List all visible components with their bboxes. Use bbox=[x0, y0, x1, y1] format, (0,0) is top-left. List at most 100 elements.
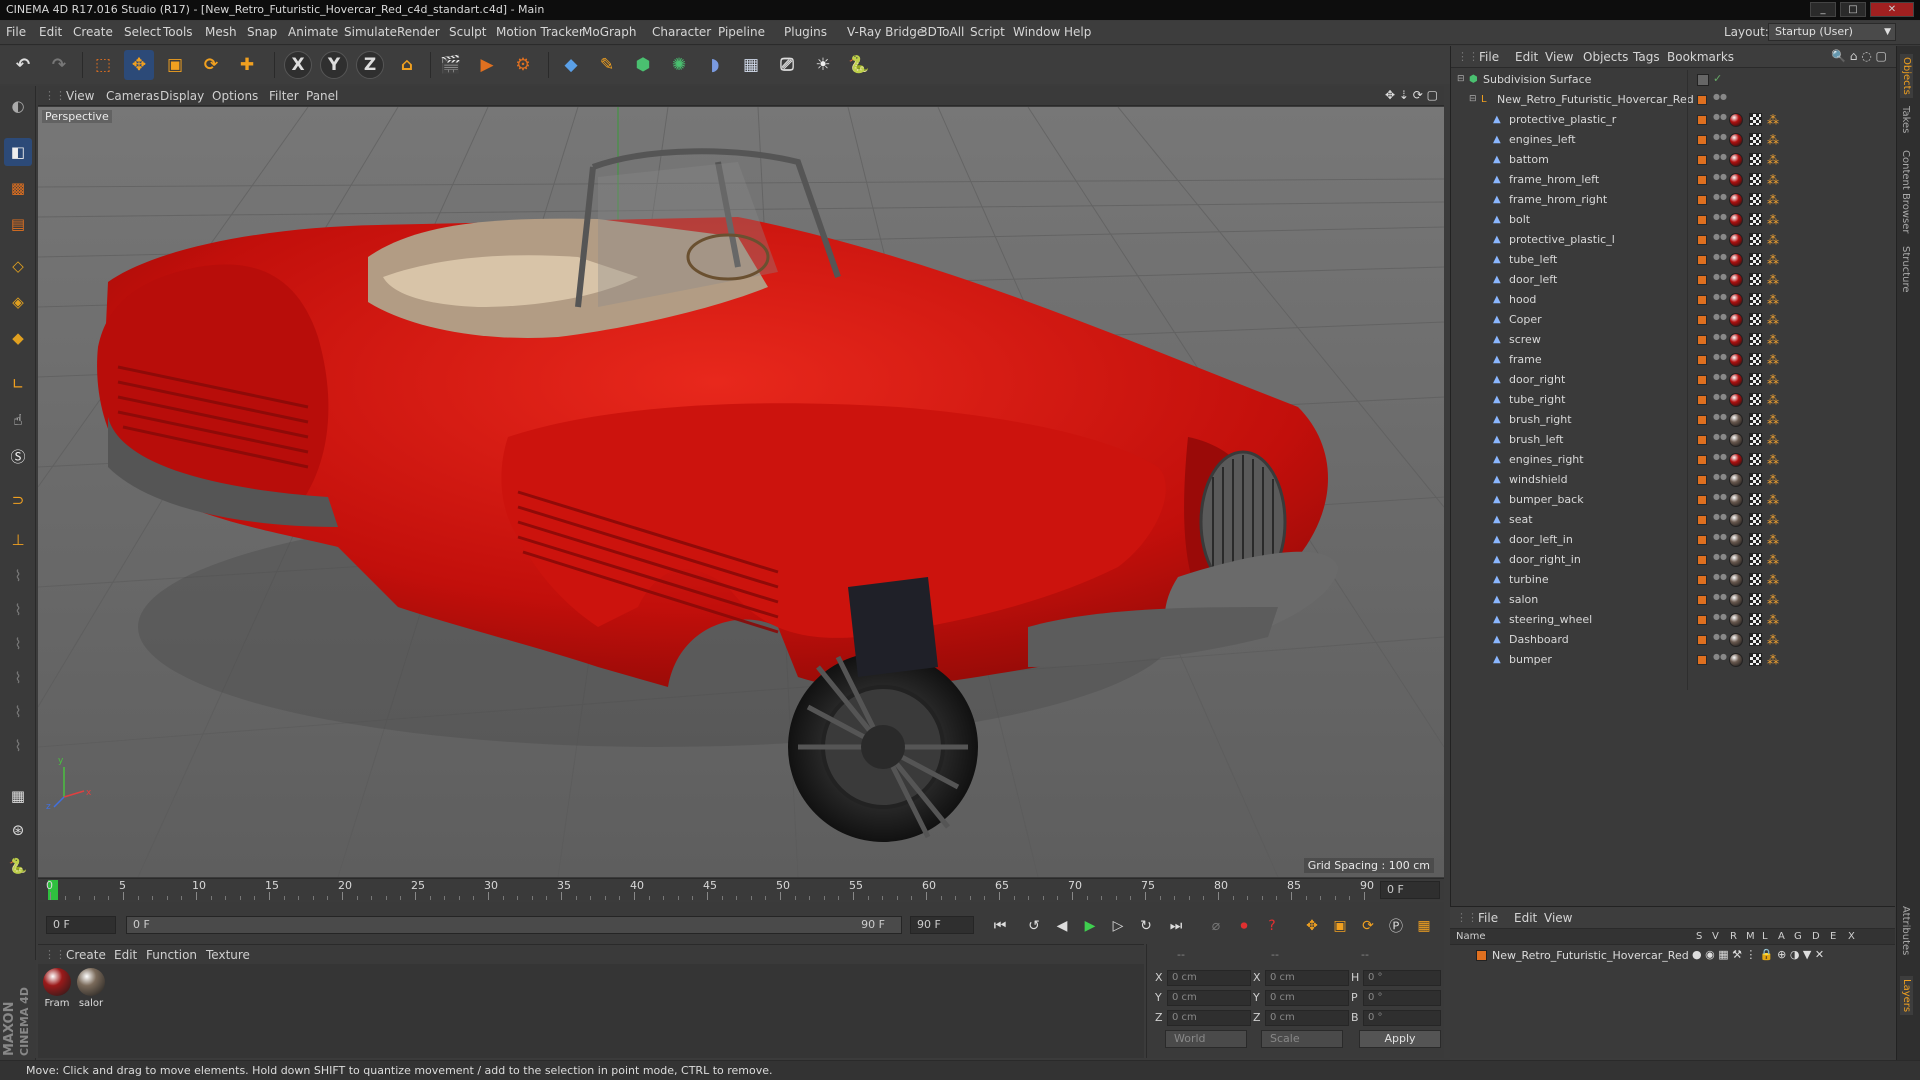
edges-mode-icon[interactable]: ◈ bbox=[4, 288, 32, 316]
layer-column-d[interactable]: D bbox=[1812, 931, 1820, 942]
layer-swatch[interactable] bbox=[1697, 655, 1707, 665]
material-tag-icon[interactable] bbox=[1729, 613, 1743, 627]
object-row[interactable]: ▲ screw ●● ⁂ bbox=[1451, 330, 1896, 350]
next-frame-icon[interactable]: ▷ bbox=[1106, 914, 1130, 938]
snap-mode-icon[interactable]: Ⓢ bbox=[4, 442, 32, 470]
previous-key-icon[interactable]: ↺ bbox=[1022, 914, 1046, 938]
object-row[interactable]: ▲ Dashboard ●● ⁂ bbox=[1451, 630, 1896, 650]
material-tag-icon[interactable] bbox=[1729, 113, 1743, 127]
light-object-icon[interactable]: ☀ bbox=[808, 50, 838, 80]
object-name[interactable]: door_right_in bbox=[1509, 553, 1581, 566]
visibility-dots-icon[interactable]: ●● bbox=[1713, 253, 1727, 266]
phong-tag-icon[interactable]: ⁂ bbox=[1767, 293, 1781, 307]
material-tag-icon[interactable] bbox=[1729, 353, 1743, 367]
render-settings-icon[interactable]: ⚙ bbox=[508, 50, 538, 80]
phong-tag-icon[interactable]: ⁂ bbox=[1767, 533, 1781, 547]
coordinate-space-dropdown[interactable]: World bbox=[1165, 1030, 1247, 1048]
material-tag-icon[interactable] bbox=[1729, 433, 1743, 447]
timeline-ruler[interactable]: 0 F 0 5 10 15 20 25 30 35 40 45 50 55 60 65 70 75 80 85 90 bbox=[38, 878, 1444, 900]
layer-swatch[interactable] bbox=[1697, 515, 1707, 525]
texture-tag-icon[interactable] bbox=[1749, 173, 1762, 186]
subdivision-generator-icon[interactable]: ⬢ bbox=[628, 50, 658, 80]
object-row[interactable]: ▲ engines_right ●● ⁂ bbox=[1451, 450, 1896, 470]
menu-help[interactable]: Help bbox=[1064, 25, 1091, 39]
material-tag-icon[interactable] bbox=[1729, 133, 1743, 147]
object-name[interactable]: bumper bbox=[1509, 653, 1552, 666]
phong-tag-icon[interactable]: ⁂ bbox=[1767, 433, 1781, 447]
phong-tag-icon[interactable]: ⁂ bbox=[1767, 173, 1781, 187]
object-name[interactable]: Coper bbox=[1509, 313, 1542, 326]
object-name[interactable]: frame bbox=[1509, 353, 1542, 366]
layer-swatch[interactable] bbox=[1697, 235, 1707, 245]
magnet-icon[interactable]: ⊃ bbox=[4, 486, 32, 514]
object-row[interactable]: ▲ steering_wheel ●● ⁂ bbox=[1451, 610, 1896, 630]
object-name[interactable]: door_right bbox=[1509, 373, 1565, 386]
previous-frame-icon[interactable]: ◀ bbox=[1050, 914, 1074, 938]
layer-swatch[interactable] bbox=[1697, 355, 1707, 365]
visibility-dots-icon[interactable]: ●● bbox=[1713, 533, 1727, 546]
menu-v-ray-bridge[interactable]: V-Ray Bridge bbox=[847, 25, 924, 39]
phong-tag-icon[interactable]: ⁂ bbox=[1767, 353, 1781, 367]
layer-swatch[interactable] bbox=[1697, 455, 1707, 465]
object-name[interactable]: tube_left bbox=[1509, 253, 1557, 266]
texture-tag-icon[interactable] bbox=[1749, 593, 1762, 606]
menu-create[interactable]: Create bbox=[73, 25, 113, 39]
phong-tag-icon[interactable]: ⁂ bbox=[1767, 393, 1781, 407]
object-name[interactable]: seat bbox=[1509, 513, 1533, 526]
layer-name[interactable]: New_Retro_Futuristic_Hovercar_Red bbox=[1492, 949, 1689, 962]
material-tag-icon[interactable] bbox=[1729, 593, 1743, 607]
layer-column-r[interactable]: R bbox=[1730, 931, 1737, 942]
layer-swatch[interactable] bbox=[1697, 95, 1707, 105]
menu-snap[interactable]: Snap bbox=[247, 25, 277, 39]
brush-tool-5-icon[interactable]: ⌇ bbox=[4, 698, 32, 726]
object-name[interactable]: Subdivision Surface bbox=[1483, 73, 1591, 86]
coord-size-field[interactable]: 0 cm bbox=[1265, 1010, 1349, 1026]
visibility-dots-icon[interactable]: ●● bbox=[1713, 353, 1727, 366]
visibility-dots-icon[interactable]: ●● bbox=[1713, 113, 1727, 126]
object-row[interactable]: ▲ brush_left ●● ⁂ bbox=[1451, 430, 1896, 450]
phong-tag-icon[interactable]: ⁂ bbox=[1767, 213, 1781, 227]
phong-tag-icon[interactable]: ⁂ bbox=[1767, 273, 1781, 287]
brush-tool-3-icon[interactable]: ⌇ bbox=[4, 630, 32, 658]
polygons-mode-icon[interactable]: ◆ bbox=[4, 324, 32, 352]
object-row[interactable]: ▲ frame_hrom_left ●● ⁂ bbox=[1451, 170, 1896, 190]
object-name[interactable]: door_left bbox=[1509, 273, 1557, 286]
layer-swatch[interactable] bbox=[1697, 195, 1707, 205]
phong-tag-icon[interactable]: ⁂ bbox=[1767, 313, 1781, 327]
material-tag-icon[interactable] bbox=[1729, 373, 1743, 387]
transform-tool-icon[interactable]: ✚ bbox=[232, 50, 262, 80]
brush-tool-1-icon[interactable]: ⌇ bbox=[4, 562, 32, 590]
material-tag-icon[interactable] bbox=[1729, 553, 1743, 567]
phong-tag-icon[interactable]: ⁂ bbox=[1767, 473, 1781, 487]
menu-pipeline[interactable]: Pipeline bbox=[718, 25, 765, 39]
material-tag-icon[interactable] bbox=[1729, 233, 1743, 247]
menu-character[interactable]: Character bbox=[652, 25, 711, 39]
texture-tag-icon[interactable] bbox=[1749, 553, 1762, 566]
texture-tag-icon[interactable] bbox=[1749, 253, 1762, 266]
object-name[interactable]: salon bbox=[1509, 593, 1538, 606]
layer-swatch[interactable] bbox=[1697, 475, 1707, 485]
phong-tag-icon[interactable]: ⁂ bbox=[1767, 413, 1781, 427]
visibility-dots-icon[interactable]: ●● bbox=[1713, 613, 1727, 626]
texture-tag-icon[interactable] bbox=[1749, 133, 1762, 146]
object-menu-tags[interactable]: Tags bbox=[1633, 50, 1660, 64]
right-tab-layers[interactable]: Layers bbox=[1900, 976, 1913, 1016]
texture-tag-icon[interactable] bbox=[1749, 193, 1762, 206]
coord-rot-field[interactable]: 0 ° bbox=[1363, 1010, 1441, 1026]
phong-tag-icon[interactable]: ⁂ bbox=[1767, 153, 1781, 167]
phong-tag-icon[interactable]: ⁂ bbox=[1767, 593, 1781, 607]
floor-object-icon[interactable]: ▦ bbox=[736, 50, 766, 80]
material-tag-icon[interactable] bbox=[1729, 213, 1743, 227]
object-row[interactable]: ▲ turbine ●● ⁂ bbox=[1451, 570, 1896, 590]
visibility-dots-icon[interactable]: ●● bbox=[1713, 233, 1727, 246]
layer-swatch[interactable] bbox=[1697, 375, 1707, 385]
viewport-nav-icons[interactable]: ✥ ⇣ ⟳ ▢ bbox=[1385, 88, 1438, 102]
layer-swatch[interactable] bbox=[1697, 135, 1707, 145]
z-axis-lock-icon[interactable]: Z bbox=[356, 51, 384, 79]
3d-viewport[interactable]: y x z Perspective Grid Spacing : 100 cm bbox=[38, 107, 1444, 877]
phong-tag-icon[interactable]: ⁂ bbox=[1767, 113, 1781, 127]
menu-plugins[interactable]: Plugins bbox=[784, 25, 827, 39]
visibility-dots-icon[interactable]: ●● bbox=[1713, 453, 1727, 466]
camera-object-icon[interactable]: ⎚ bbox=[772, 50, 802, 80]
record-disabled-icon[interactable]: ⌀ bbox=[1204, 914, 1228, 938]
